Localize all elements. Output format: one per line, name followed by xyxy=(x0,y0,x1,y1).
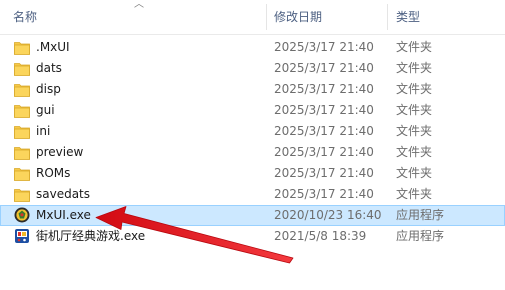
list-item-folder-dats[interactable]: dats 2025/3/17 21:40 文件夹 xyxy=(0,58,505,79)
folder-icon xyxy=(14,126,30,139)
file-type: 应用程序 xyxy=(396,208,445,222)
list-item-file-arcade-exe[interactable]: 街机厅经典游戏.exe 2021/5/8 18:39 应用程序 xyxy=(0,226,505,247)
file-type: 文件夹 xyxy=(396,145,433,159)
mxui-app-icon xyxy=(14,207,30,223)
file-name: savedats xyxy=(36,187,91,201)
list-item-folder-mxui[interactable]: .MxUI 2025/3/17 21:40 文件夹 xyxy=(0,37,505,58)
folder-icon xyxy=(14,168,30,181)
file-date-modified: 2025/3/17 21:40 xyxy=(274,61,374,75)
folder-icon xyxy=(14,189,30,202)
file-date-modified: 2025/3/17 21:40 xyxy=(274,124,374,138)
file-date-modified: 2025/3/17 21:40 xyxy=(274,40,374,54)
column-header-name[interactable]: 名称 xyxy=(13,0,263,34)
list-item-folder-preview[interactable]: preview 2025/3/17 21:40 文件夹 xyxy=(0,142,505,163)
file-date-modified: 2021/5/8 18:39 xyxy=(274,229,367,243)
file-name: dats xyxy=(36,61,62,75)
list-item-file-mxui-exe[interactable]: MxUI.exe 2020/10/23 16:40 应用程序 xyxy=(0,205,505,226)
file-date-modified: 2025/3/17 21:40 xyxy=(274,82,374,96)
list-item-folder-disp[interactable]: disp 2025/3/17 21:40 文件夹 xyxy=(0,79,505,100)
arcade-app-icon xyxy=(15,229,29,243)
file-date-modified: 2025/3/17 21:40 xyxy=(274,166,374,180)
file-name: disp xyxy=(36,82,61,96)
column-header-date-modified[interactable]: 修改日期 xyxy=(274,0,384,34)
list-item-folder-roms[interactable]: ROMs 2025/3/17 21:40 文件夹 xyxy=(0,163,505,184)
folder-icon xyxy=(14,42,30,55)
file-type: 应用程序 xyxy=(396,229,445,243)
folder-icon xyxy=(14,84,30,97)
file-date-modified: 2025/3/17 21:40 xyxy=(274,103,374,117)
file-type: 文件夹 xyxy=(396,61,433,75)
column-header-type[interactable]: 类型 xyxy=(396,0,496,34)
folder-icon xyxy=(14,147,30,160)
list-item-folder-gui[interactable]: gui 2025/3/17 21:40 文件夹 xyxy=(0,100,505,121)
file-list: .MxUI 2025/3/17 21:40 文件夹 dats 2025/3/17… xyxy=(0,37,505,247)
folder-icon xyxy=(14,63,30,76)
column-divider[interactable] xyxy=(266,4,267,30)
folder-icon xyxy=(14,105,30,118)
file-name: 街机厅经典游戏.exe xyxy=(36,229,146,243)
file-explorer-window: ︿ 名称 修改日期 类型 .MxUI 2025/3/17 21:40 文件夹 d… xyxy=(0,0,505,290)
file-type: 文件夹 xyxy=(396,187,433,201)
file-type: 文件夹 xyxy=(396,40,433,54)
file-name: ini xyxy=(36,124,51,138)
file-date-modified: 2025/3/17 21:40 xyxy=(274,187,374,201)
file-date-modified: 2020/10/23 16:40 xyxy=(274,208,382,222)
file-type: 文件夹 xyxy=(396,82,433,96)
file-name: .MxUI xyxy=(36,40,70,54)
file-type: 文件夹 xyxy=(396,166,433,180)
file-name: ROMs xyxy=(36,166,71,180)
file-date-modified: 2025/3/17 21:40 xyxy=(274,145,374,159)
list-item-folder-savedats[interactable]: savedats 2025/3/17 21:40 文件夹 xyxy=(0,184,505,205)
column-header-bar: ︿ 名称 修改日期 类型 xyxy=(0,0,505,35)
file-type: 文件夹 xyxy=(396,103,433,117)
file-name: gui xyxy=(36,103,55,117)
column-divider[interactable] xyxy=(387,4,388,30)
file-name: MxUI.exe xyxy=(36,208,91,222)
list-item-folder-ini[interactable]: ini 2025/3/17 21:40 文件夹 xyxy=(0,121,505,142)
file-name: preview xyxy=(36,145,84,159)
file-type: 文件夹 xyxy=(396,124,433,138)
